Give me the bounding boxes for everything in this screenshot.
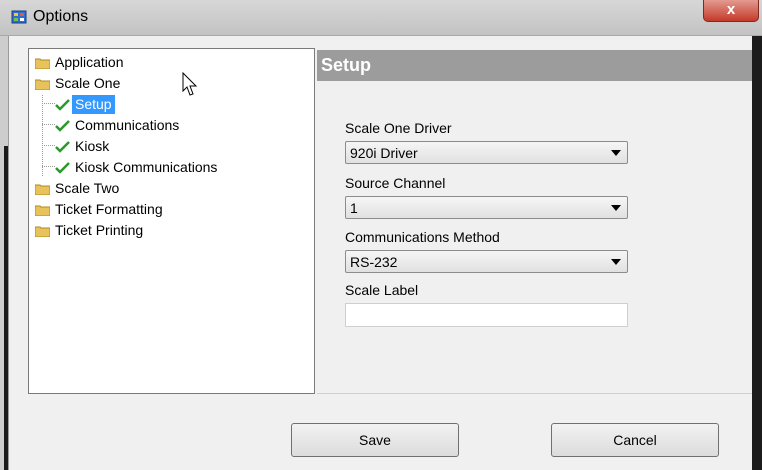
setup-panel (317, 48, 752, 394)
method-dropdown[interactable]: RS-232 (345, 250, 628, 273)
driver-value: 920i Driver (350, 145, 418, 161)
tree-item-label: Kiosk (75, 138, 110, 154)
tree-item-label: Ticket Printing (55, 222, 144, 238)
tree-item-label: Setup (72, 95, 115, 114)
channel-value: 1 (350, 200, 358, 216)
cancel-button[interactable]: Cancel (551, 423, 719, 457)
setup-header: Setup (317, 50, 752, 81)
close-icon: x (726, 1, 736, 18)
scale-label-field[interactable] (345, 303, 628, 327)
app-icon (11, 10, 27, 24)
window-title: Options (33, 8, 89, 25)
folder-icon (35, 205, 50, 216)
folder-icon (35, 226, 50, 237)
window-left-frame (0, 36, 9, 470)
folder-icon (35, 184, 50, 195)
options-window: Options x Application Scale One Setup Co… (0, 0, 762, 470)
tree-item-label: Application (55, 54, 124, 70)
channel-dropdown[interactable]: 1 (345, 196, 628, 219)
folder-icon (35, 58, 50, 69)
chevron-down-icon (611, 150, 621, 156)
scale-label-label: Scale Label (345, 282, 419, 298)
check-icon (55, 162, 70, 174)
mouse-cursor-icon (182, 72, 198, 96)
setup-title: Setup (321, 55, 372, 75)
window-right-frame (752, 36, 762, 470)
channel-label: Source Channel (345, 175, 446, 191)
tree-item-label: Kiosk Communications (75, 159, 218, 175)
tree-item-label: Scale Two (55, 180, 120, 196)
check-icon (55, 141, 70, 153)
chevron-down-icon (611, 205, 621, 211)
tree-connector (42, 95, 43, 176)
close-button[interactable]: x (703, 0, 759, 22)
folder-icon (35, 79, 50, 90)
save-button[interactable]: Save (291, 423, 459, 457)
check-icon (55, 99, 70, 111)
title-bar[interactable]: Options x (0, 0, 762, 36)
method-value: RS-232 (350, 254, 398, 270)
check-icon (55, 120, 70, 132)
driver-label: Scale One Driver (345, 120, 452, 136)
method-label: Communications Method (345, 229, 500, 245)
panel-divider (317, 393, 752, 394)
chevron-down-icon (611, 259, 621, 265)
tree-item-label: Scale One (55, 75, 121, 91)
options-tree[interactable]: Application Scale One Setup Communicatio… (28, 48, 315, 394)
driver-dropdown[interactable]: 920i Driver (345, 141, 628, 164)
tree-item-label: Ticket Formatting (55, 201, 163, 217)
tree-item-label: Communications (75, 117, 180, 133)
